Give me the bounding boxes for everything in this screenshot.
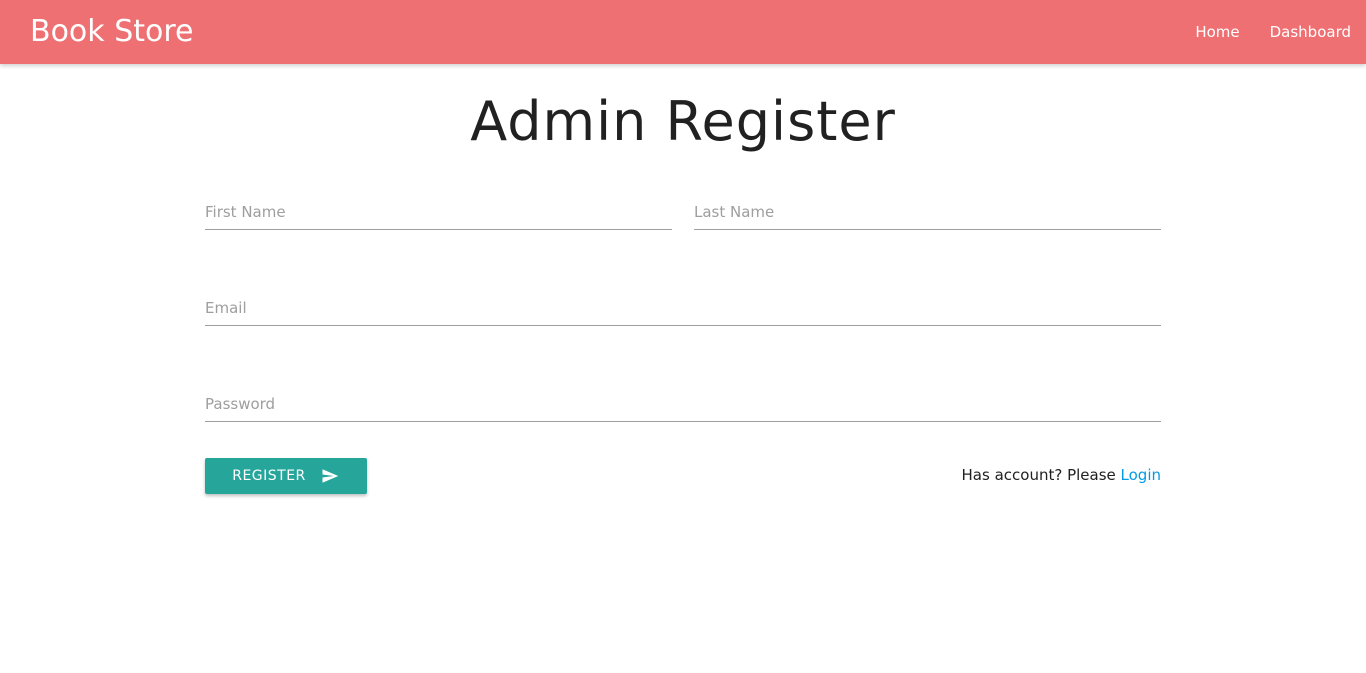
register-button[interactable]: REGISTER bbox=[205, 458, 367, 494]
login-prompt: Has account? Please Login bbox=[962, 465, 1161, 485]
first-name-input[interactable] bbox=[205, 196, 672, 228]
nav-link-home[interactable]: Home bbox=[1180, 0, 1254, 64]
email-field bbox=[205, 292, 1161, 326]
password-input[interactable] bbox=[205, 388, 1161, 420]
page-title: Admin Register bbox=[470, 90, 896, 153]
first-name-field bbox=[205, 196, 672, 230]
last-name-input[interactable] bbox=[694, 196, 1161, 228]
login-prompt-text: Has account? Please bbox=[961, 466, 1121, 484]
register-button-label: REGISTER bbox=[232, 468, 306, 484]
last-name-field bbox=[694, 196, 1161, 230]
nav-links: Home Dashboard bbox=[1180, 0, 1351, 64]
nav-link-dashboard[interactable]: Dashboard bbox=[1255, 0, 1351, 64]
send-icon bbox=[322, 469, 339, 483]
email-input[interactable] bbox=[205, 292, 1161, 324]
navbar: Book Store Home Dashboard bbox=[0, 0, 1366, 64]
brand-logo[interactable]: Book Store bbox=[30, 12, 194, 52]
password-field bbox=[205, 388, 1161, 422]
login-link[interactable]: Login bbox=[1121, 466, 1161, 484]
